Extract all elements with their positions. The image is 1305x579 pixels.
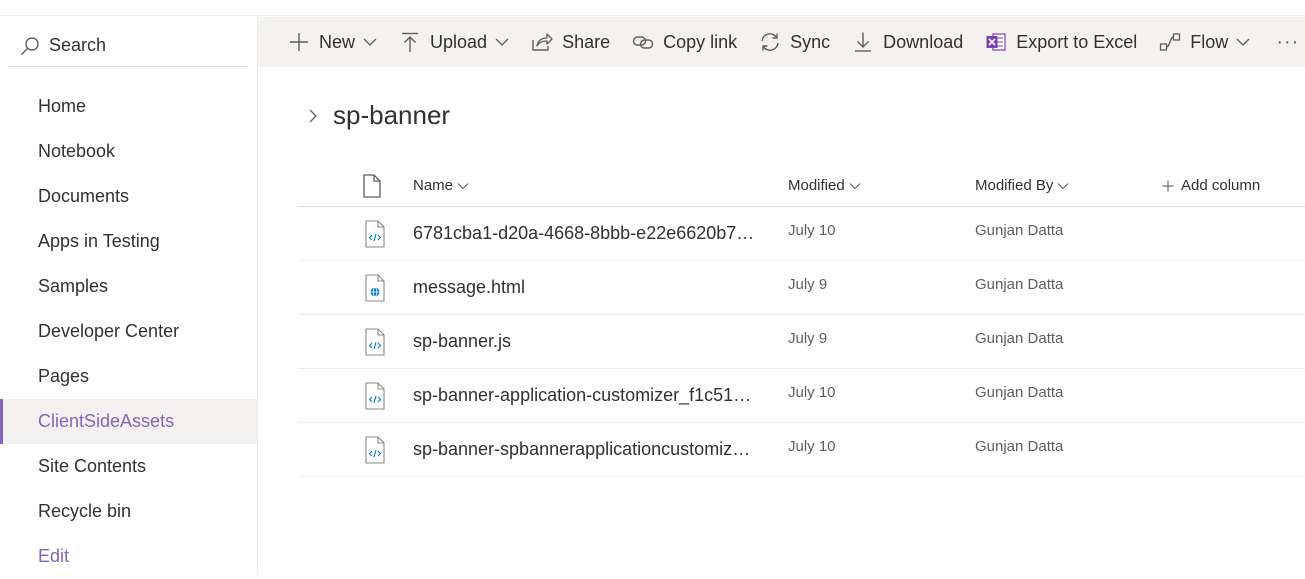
html-file-icon — [365, 274, 385, 302]
file-modified-by: Gunjan Datta — [975, 222, 1064, 239]
nav-item-pages[interactable]: Pages — [0, 354, 257, 399]
link-icon — [632, 36, 654, 49]
file-name[interactable]: sp-banner-spbannerapplicationcustomizer… — [413, 423, 758, 476]
table-row[interactable]: sp-banner-application-customizer_f1c514…… — [298, 369, 1305, 423]
file-modified: July 10 — [788, 384, 836, 401]
plus-icon — [1162, 180, 1174, 191]
nav-item-recycle-bin[interactable]: Recycle bin — [0, 489, 257, 534]
nav-item-home[interactable]: Home — [0, 84, 257, 129]
file-modified-by: Gunjan Datta — [975, 384, 1064, 401]
file-modified-by: Gunjan Datta — [975, 330, 1064, 347]
file-modified-by: Gunjan Datta — [975, 438, 1064, 455]
folder-title: sp-banner — [333, 100, 451, 130]
sync-icon — [761, 33, 779, 51]
list-header: Name Modified Modified By Add column — [298, 165, 1305, 207]
code-file-icon — [365, 382, 385, 410]
file-name[interactable]: message.html — [413, 261, 758, 314]
file-type-icon — [363, 173, 381, 198]
plus-icon — [290, 33, 308, 51]
top-strip — [0, 0, 1305, 16]
code-file-icon — [365, 328, 385, 356]
search-label: Search — [49, 35, 107, 55]
code-file-icon — [365, 220, 385, 248]
copy-link-button[interactable]: Copy link — [632, 17, 737, 67]
modified-column-label: Modified — [788, 177, 845, 194]
file-modified: July 10 — [788, 438, 836, 455]
chevron-down-icon — [1057, 182, 1069, 189]
file-modified: July 10 — [788, 222, 836, 239]
nav-item-clientsideassets[interactable]: ClientSideAssets — [0, 399, 257, 444]
download-icon — [855, 32, 872, 52]
upload-label: Upload — [430, 31, 488, 52]
modified-column-header[interactable]: Modified — [788, 165, 861, 206]
new-label: New — [319, 31, 356, 52]
code-file-icon — [365, 436, 385, 464]
file-modified: July 9 — [788, 276, 828, 293]
nav-item-documents[interactable]: Documents — [0, 174, 257, 219]
modified-by-column-header[interactable]: Modified By — [975, 165, 1069, 206]
nav-item-samples[interactable]: Samples — [0, 264, 257, 309]
export-to-excel-label: Export to Excel — [1016, 31, 1138, 52]
chevron-down-icon — [849, 182, 861, 189]
share-button[interactable]: Share — [531, 17, 610, 67]
share-label: Share — [562, 31, 611, 52]
chevron-right-icon[interactable] — [305, 108, 321, 124]
download-label: Download — [883, 31, 964, 52]
chevron-down-icon — [495, 38, 509, 46]
search-box[interactable]: Search — [8, 25, 247, 67]
more-icon: ··· — [1276, 30, 1300, 53]
command-bar: New Upload Share Copy link Sync Download… — [258, 17, 1305, 67]
name-column-header[interactable]: Name — [413, 165, 469, 206]
chevron-down-icon — [363, 38, 377, 46]
table-row[interactable]: sp-banner.js July 9 Gunjan Datta — [298, 315, 1305, 369]
nav-item-developer-center[interactable]: Developer Center — [0, 309, 257, 354]
file-name[interactable]: sp-banner-application-customizer_f1c514… — [413, 369, 758, 422]
nav-edit-link[interactable]: Edit — [0, 534, 257, 579]
flow-label: Flow — [1190, 31, 1229, 52]
nav-item-notebook[interactable]: Notebook — [0, 129, 257, 174]
file-modified-by: Gunjan Datta — [975, 276, 1064, 293]
file-modified: July 9 — [788, 330, 828, 347]
table-row[interactable]: 6781cba1-d20a-4668-8bbb-e22e6620b74… Jul… — [298, 207, 1305, 261]
chevron-down-icon — [1236, 38, 1250, 46]
upload-icon — [402, 32, 419, 52]
chevron-down-icon — [457, 182, 469, 189]
copy-link-label: Copy link — [663, 31, 738, 52]
name-column-label: Name — [413, 177, 454, 194]
add-column-button[interactable]: Add column — [1162, 165, 1260, 206]
export-to-excel-button[interactable]: Export to Excel — [985, 17, 1137, 67]
file-list: 6781cba1-d20a-4668-8bbb-e22e6620b74… Jul… — [298, 207, 1305, 477]
flow-icon — [1160, 33, 1181, 51]
download-button[interactable]: Download — [852, 17, 963, 67]
flow-button[interactable]: Flow — [1159, 17, 1250, 67]
share-icon — [532, 33, 553, 51]
sync-button[interactable]: Sync — [759, 17, 830, 67]
upload-button[interactable]: Upload — [399, 17, 509, 67]
search-icon — [21, 36, 39, 55]
site-nav-list: Home Notebook Documents Apps in Testing … — [0, 84, 257, 579]
left-navigation: Search Home Notebook Documents Apps in T… — [0, 17, 258, 573]
table-row[interactable]: sp-banner-spbannerapplicationcustomizer…… — [298, 423, 1305, 477]
table-row[interactable]: message.html July 9 Gunjan Datta — [298, 261, 1305, 315]
new-button[interactable]: New — [288, 17, 377, 67]
more-options-button[interactable]: ··· — [1276, 17, 1299, 67]
modified-by-column-label: Modified By — [975, 177, 1054, 194]
nav-item-site-contents[interactable]: Site Contents — [0, 444, 257, 489]
excel-icon — [986, 33, 1006, 51]
add-column-label: Add column — [1181, 177, 1261, 194]
file-type-column-header[interactable] — [362, 165, 382, 206]
breadcrumb: sp-banner — [305, 100, 450, 131]
file-name[interactable]: sp-banner.js — [413, 315, 758, 368]
file-name[interactable]: 6781cba1-d20a-4668-8bbb-e22e6620b74… — [413, 207, 758, 260]
nav-item-apps-in-testing[interactable]: Apps in Testing — [0, 219, 257, 264]
sync-label: Sync — [790, 31, 831, 52]
